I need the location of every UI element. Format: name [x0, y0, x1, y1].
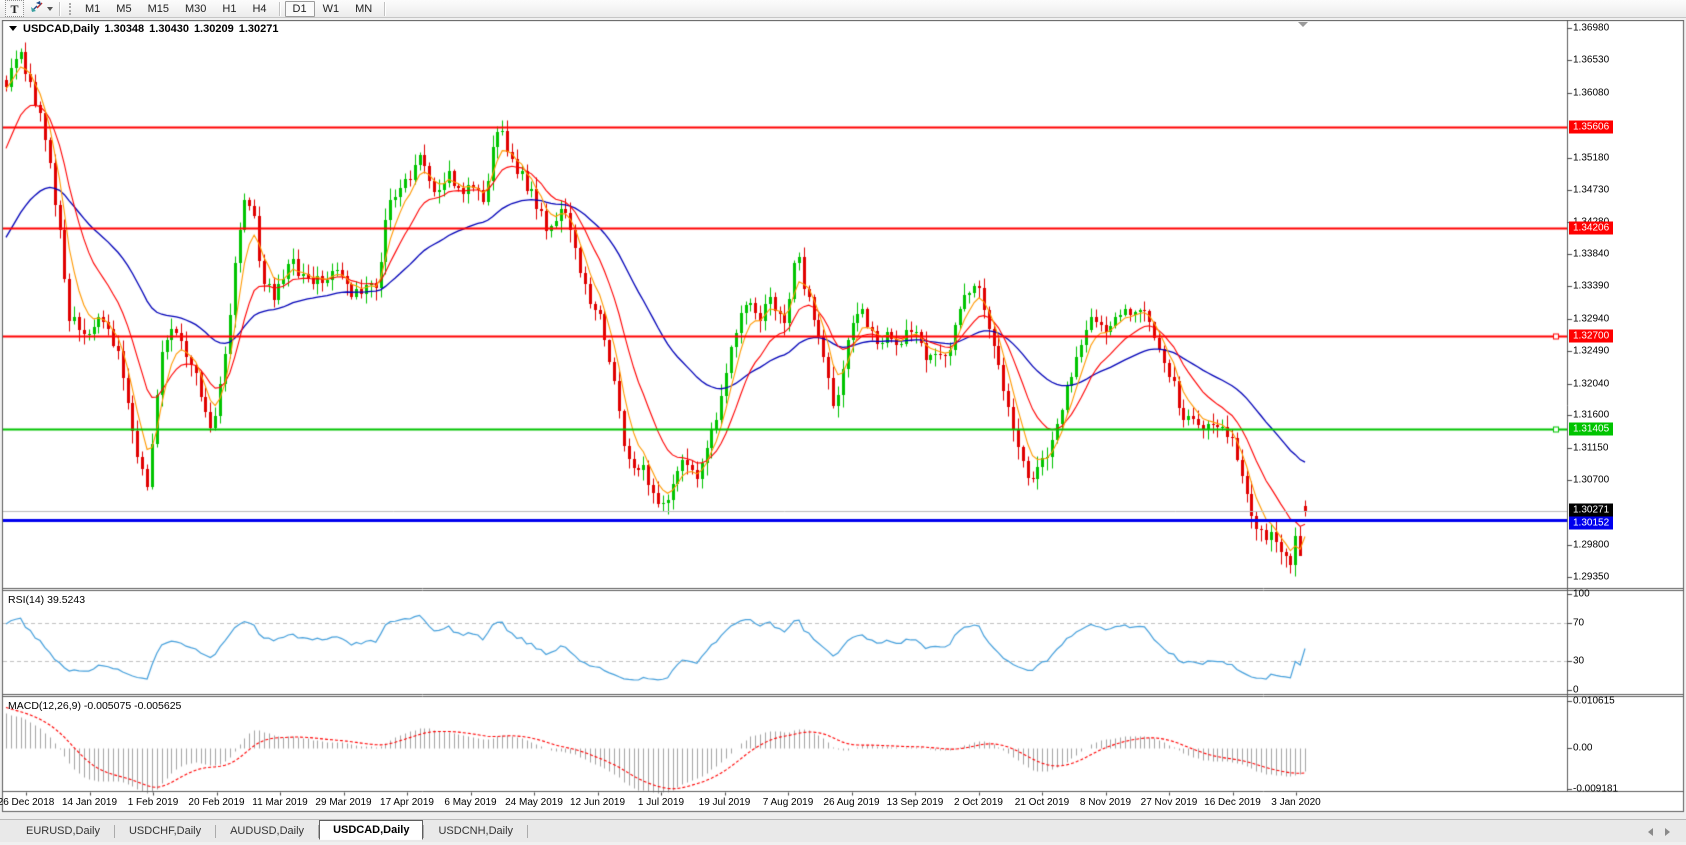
arrows-tool-icon [30, 0, 44, 18]
tab-audusd-daily[interactable]: AUDUSD,Daily [216, 822, 318, 840]
timeframe-button-m5[interactable]: M5 [108, 1, 139, 17]
collapse-chart-icon[interactable] [9, 26, 17, 31]
chart-tab-bar: EURUSD,Daily USDCHF,Daily AUDUSD,Daily USDC… [0, 820, 1686, 842]
toolbar-grip-handle[interactable] [69, 2, 73, 15]
toolbar-separator [278, 1, 281, 16]
price-chart-canvas[interactable] [0, 20, 1686, 813]
timeframe-button-m30[interactable]: M30 [177, 1, 214, 17]
timeframe-toolbar: M1 M5 M15 M30 H1 H4 D1 W1 MN [77, 0, 390, 17]
tab-scroll-right-button[interactable] [1665, 828, 1670, 836]
tab-scroll-arrows [1648, 828, 1670, 836]
time-axis[interactable] [0, 792, 1567, 813]
tab-eurusd-daily[interactable]: EURUSD,Daily [12, 822, 114, 840]
text-tool-button[interactable]: T [5, 0, 24, 17]
timeframe-button-m1[interactable]: M1 [77, 1, 108, 17]
timeframe-button-w1[interactable]: W1 [315, 1, 348, 17]
dropdown-caret-icon [47, 6, 53, 11]
drawing-tools-button[interactable] [28, 0, 55, 18]
timeframe-button-h4[interactable]: H4 [244, 1, 274, 17]
timeframe-button-h1[interactable]: H1 [214, 1, 244, 17]
price-axis[interactable] [1568, 20, 1686, 792]
tab-scroll-left-button[interactable] [1648, 828, 1653, 836]
tab-usdcad-daily[interactable]: USDCAD,Daily [319, 820, 424, 840]
timeframe-button-mn[interactable]: MN [347, 1, 380, 17]
tab-usdchf-daily[interactable]: USDCHF,Daily [115, 822, 215, 840]
timeframe-button-m15[interactable]: M15 [140, 1, 177, 17]
terminal-window: T M1 M5 M15 M30 H1 H4 D1 W1 MN USDCAD,Daily 1.303… [0, 0, 1686, 845]
toolbar: T M1 M5 M15 M30 H1 H4 D1 W1 MN [0, 0, 1686, 18]
tab-separator [527, 824, 529, 838]
window-bottom-strip [0, 813, 1686, 820]
toolbar-separator [384, 1, 387, 16]
timeframe-button-d1[interactable]: D1 [284, 0, 315, 17]
tab-usdcnh-daily[interactable]: USDCNH,Daily [424, 822, 527, 840]
toolbar-separator [59, 1, 61, 16]
